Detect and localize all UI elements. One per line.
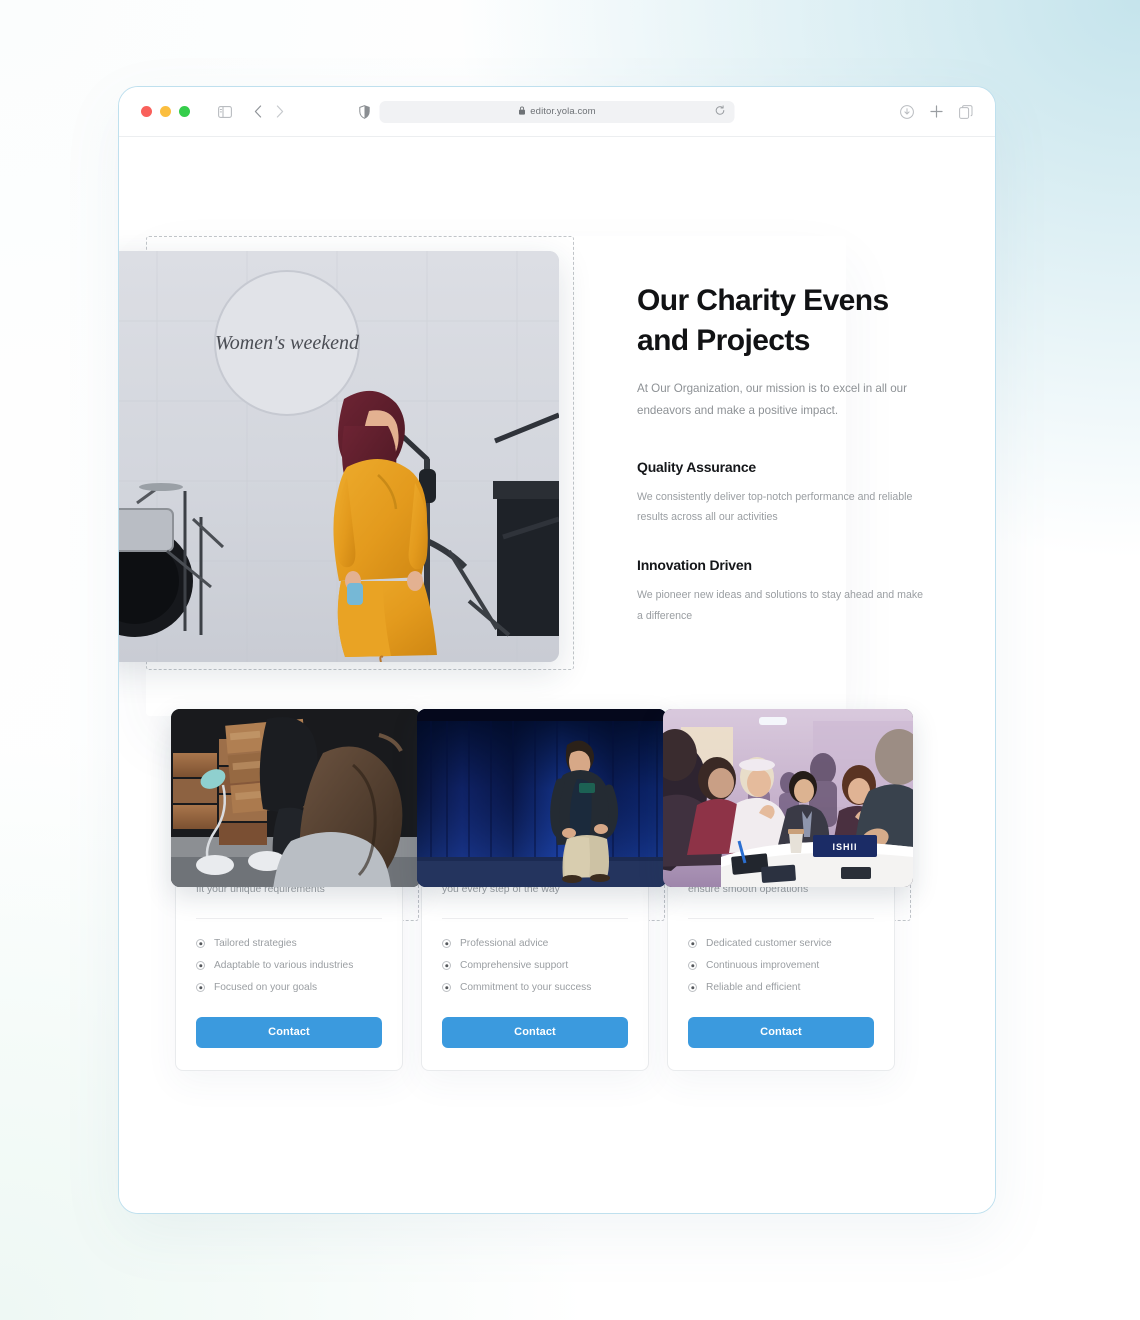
close-window-button[interactable] <box>141 106 152 117</box>
card-image-comprehensive-support[interactable]: ISHII <box>663 709 913 887</box>
bullet-icon <box>688 983 697 993</box>
feature-title: Quality Assurance <box>637 458 757 475</box>
hero-subtitle: At Our Organization, our mission is to e… <box>637 382 907 418</box>
window-traffic-lights[interactable] <box>141 106 190 117</box>
list-item: Tailored strategies <box>196 933 382 955</box>
feature-title: Innovation Driven <box>637 557 752 574</box>
list-item-label: Dedicated customer service <box>706 938 832 950</box>
list-item: Commitment to your success <box>442 977 628 999</box>
list-item: Professional advice <box>442 933 628 955</box>
list-item: Reliable and efficient <box>688 977 874 999</box>
list-item: Comprehensive support <box>442 955 628 977</box>
food-drive-photo-illustration <box>171 709 421 887</box>
bullet-icon <box>196 961 205 971</box>
plus-icon[interactable] <box>930 105 943 118</box>
feature-quality-assurance: Quality Assurance We consistently delive… <box>637 459 937 528</box>
chevron-left-icon[interactable] <box>254 105 262 118</box>
card-divider <box>196 917 382 919</box>
card-image-custom-solutions[interactable] <box>171 709 421 887</box>
list-item-label: Focused on your goals <box>214 982 318 994</box>
card-wrapper-expert-guidance: Expert Guidance Our experienced team is … <box>417 709 667 1071</box>
feature-cards-row: Custom Solutions We provide personalized… <box>171 709 941 1071</box>
bullet-icon <box>688 939 697 949</box>
bullet-icon <box>442 983 451 993</box>
roundtable-photo-illustration: ISHII <box>663 709 913 887</box>
contact-button[interactable]: Contact <box>196 1016 382 1048</box>
card-wrapper-comprehensive-support: ISHII Comprehensive Support We offer ext… <box>663 709 913 1071</box>
maximize-window-button[interactable] <box>179 106 190 117</box>
card-wrapper-custom-solutions: Custom Solutions We provide personalized… <box>171 709 421 1071</box>
contact-button[interactable]: Contact <box>688 1016 874 1048</box>
list-item-label: Adaptable to various industries <box>214 960 354 972</box>
address-bar-url: editor.yola.com <box>530 106 596 117</box>
card-bullet-list: Tailored strategies Adaptable to various… <box>196 933 382 999</box>
card-image-expert-guidance[interactable] <box>417 709 667 887</box>
svg-text:Women's weekend: Women's weekend <box>215 332 360 354</box>
privacy-shield-icon[interactable] <box>359 104 370 119</box>
list-item: Adaptable to various industries <box>196 955 382 977</box>
page-title: Our Charity Evens and Projects <box>637 284 889 357</box>
lock-icon <box>518 106 525 117</box>
download-icon[interactable] <box>900 104 914 119</box>
sidebar-toggle-icon[interactable] <box>218 105 232 118</box>
contact-button[interactable]: Contact <box>442 1016 628 1048</box>
bullet-icon <box>442 939 451 949</box>
toolbar-left-group <box>141 105 284 118</box>
chevron-right-icon[interactable] <box>276 105 284 118</box>
bullet-icon <box>196 939 205 949</box>
hero-photo-illustration: Women's weekend <box>119 251 559 662</box>
browser-window: editor.yola.com Women's weekend Our Char… <box>118 86 996 1214</box>
feature-innovation-driven: Innovation Driven We pioneer new ideas a… <box>637 557 937 626</box>
site-canvas: Women's weekend Our Charity Evens and Pr… <box>119 137 995 1213</box>
card-divider <box>442 917 628 919</box>
card-bullet-list: Dedicated customer service Continuous im… <box>688 933 874 999</box>
card-divider <box>688 917 874 919</box>
bullet-icon <box>688 961 697 971</box>
browser-toolbar: editor.yola.com <box>119 87 995 137</box>
list-item-label: Professional advice <box>460 938 549 950</box>
stage-speaker-photo-illustration <box>417 709 667 887</box>
bullet-icon <box>196 983 205 993</box>
feature-body: We consistently deliver top-notch perfor… <box>637 490 913 524</box>
reload-icon[interactable] <box>715 104 726 119</box>
list-item-label: Reliable and efficient <box>706 982 801 994</box>
hero-text-block: Our Charity Evens and Projects At Our Or… <box>637 281 937 626</box>
tab-overview-icon[interactable] <box>959 104 973 119</box>
hero-image[interactable]: Women's weekend <box>119 251 559 662</box>
list-item: Focused on your goals <box>196 977 382 999</box>
feature-body: We pioneer new ideas and solutions to st… <box>637 589 924 622</box>
list-item-label: Comprehensive support <box>460 960 569 972</box>
list-item-label: Tailored strategies <box>214 938 297 950</box>
navigation-arrows[interactable] <box>254 105 284 118</box>
bullet-icon <box>442 961 451 971</box>
svg-text:ISHII: ISHII <box>832 842 857 852</box>
list-item: Dedicated customer service <box>688 933 874 955</box>
address-bar[interactable]: editor.yola.com <box>379 100 735 123</box>
list-item: Continuous improvement <box>688 955 874 977</box>
list-item-label: Commitment to your success <box>460 982 592 994</box>
list-item-label: Continuous improvement <box>706 960 820 972</box>
minimize-window-button[interactable] <box>160 106 171 117</box>
toolbar-right-group <box>900 104 973 119</box>
card-bullet-list: Professional advice Comprehensive suppor… <box>442 933 628 999</box>
